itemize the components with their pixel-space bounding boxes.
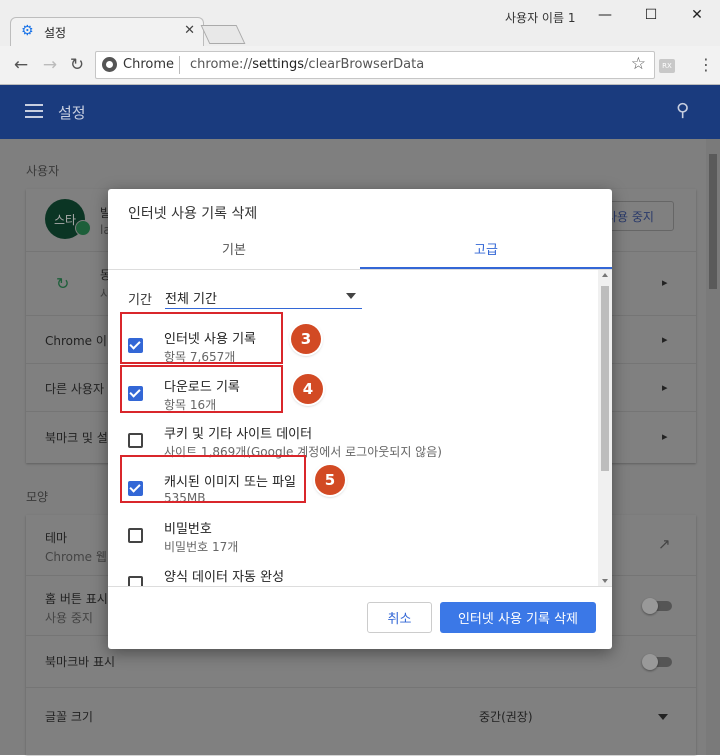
cancel-button[interactable]: 취소: [367, 602, 432, 633]
search-icon[interactable]: ⚲: [676, 100, 689, 121]
profile-name[interactable]: 사용자 이름 1: [505, 9, 575, 26]
chrome-name-label: Chrome 이: [45, 334, 107, 348]
url-host: settings: [252, 57, 305, 72]
chevron-right-icon: ▸: [662, 276, 668, 289]
chrome-icon: [102, 57, 117, 72]
section-user-label: 사용자: [26, 164, 60, 178]
new-tab-button[interactable]: [200, 25, 246, 44]
maximize-icon[interactable]: ☐: [628, 4, 674, 26]
tab-close-icon[interactable]: ✕: [184, 23, 195, 38]
reload-icon[interactable]: ↻: [67, 55, 87, 75]
scroll-up-icon[interactable]: [602, 273, 608, 277]
close-window-icon[interactable]: ✕: [674, 4, 720, 26]
clear-browsing-data-dialog: 인터넷 사용 기록 삭제 기본 고급 기간 전체 기간 인터넷 사용 기록 항목…: [108, 189, 612, 649]
back-icon[interactable]: ←: [11, 55, 31, 75]
option-autofill[interactable]: 양식 데이터 자동 완성: [108, 560, 598, 586]
font-size-value[interactable]: 중간(권장): [479, 708, 533, 725]
bookmark-bar-label: 북마크바 표시: [45, 655, 116, 669]
checkbox-unchecked[interactable]: [128, 433, 143, 448]
browser-toolbar: ← → ↻ Chrome chrome://settings/clearBrow…: [0, 46, 720, 85]
annotation-box: [120, 312, 283, 364]
step-badge: 4: [293, 374, 323, 404]
chevron-right-icon: ▸: [662, 430, 668, 443]
step-badge: 3: [291, 324, 321, 354]
sync-badge-icon: [75, 220, 91, 236]
font-size-label: 글꼴 크기: [45, 710, 93, 724]
dialog-scrollbar-thumb[interactable]: [601, 286, 609, 471]
forward-icon[interactable]: →: [40, 55, 60, 75]
dropdown-arrow-icon: [346, 293, 356, 299]
bookmark-bar-toggle[interactable]: [642, 654, 672, 670]
window-titlebar: ⚙ 설정 ✕ 사용자 이름 1 — ☐ ✕: [0, 0, 720, 47]
extension-icon[interactable]: RX: [659, 59, 675, 73]
chevron-right-icon: ▸: [662, 381, 668, 394]
home-button-title: 홈 버튼 표시: [45, 592, 108, 606]
tab-title: 설정: [44, 26, 67, 40]
option-sub: 비밀번호 17개: [164, 540, 239, 554]
settings-header: 설정 ⚲: [0, 85, 720, 139]
tab-basic[interactable]: 기본: [108, 233, 360, 269]
dialog-scrollbar[interactable]: [598, 270, 612, 586]
page-scrollbar[interactable]: [706, 139, 720, 755]
home-button-sub: 사용 중지: [45, 611, 93, 625]
menu-icon[interactable]: ⋮: [698, 57, 714, 73]
option-passwords[interactable]: 비밀번호 비밀번호 17개: [108, 512, 598, 560]
page-title: 설정: [58, 104, 86, 122]
site-label: Chrome: [123, 57, 174, 72]
bookmark-star-icon[interactable]: ☆: [631, 54, 646, 74]
checkbox-unchecked[interactable]: [128, 528, 143, 543]
period-select[interactable]: 전체 기간: [165, 284, 362, 309]
page-scrollbar-thumb[interactable]: [709, 154, 717, 289]
external-link-icon[interactable]: ↗: [658, 535, 671, 553]
sync-icon: ↻: [56, 274, 70, 293]
minimize-icon[interactable]: —: [582, 4, 628, 26]
section-appearance-label: 모양: [26, 490, 49, 504]
dialog-body: 기간 전체 기간 인터넷 사용 기록 항목 7,657개 다운로드 기록 항목 …: [108, 270, 612, 586]
period-value: 전체 기간: [165, 292, 217, 307]
omnibox-divider: [179, 56, 180, 74]
annotation-box: [120, 455, 306, 503]
dropdown-arrow-icon: [658, 714, 668, 720]
gear-icon: ⚙: [21, 23, 34, 39]
tab-advanced[interactable]: 고급: [360, 233, 612, 269]
tab-settings[interactable]: ⚙ 설정 ✕: [10, 17, 204, 46]
url-scheme: chrome://: [190, 57, 253, 72]
clear-data-button[interactable]: 인터넷 사용 기록 삭제: [440, 602, 596, 633]
chevron-right-icon: ▸: [662, 333, 668, 346]
font-size-row[interactable]: 글꼴 크기 중간(권장): [26, 687, 696, 756]
option-title: 쿠키 및 기타 사이트 데이터: [164, 427, 313, 442]
home-button-toggle[interactable]: [642, 598, 672, 614]
theme-sub: Chrome 웹: [45, 550, 107, 564]
hamburger-menu-icon[interactable]: [25, 104, 43, 118]
other-users-label: 다른 사용자: [45, 382, 105, 396]
checkbox-unchecked[interactable]: [128, 576, 143, 586]
theme-title: 테마: [45, 531, 68, 545]
url-text[interactable]: chrome://settings/clearBrowserData: [190, 57, 424, 72]
option-title: 비밀번호: [164, 522, 212, 537]
dialog-title: 인터넷 사용 기록 삭제: [128, 206, 258, 222]
footer-divider: [108, 586, 612, 587]
bookmarks-import-label: 북마크 및 설: [45, 431, 108, 445]
scroll-down-icon[interactable]: [602, 579, 608, 583]
url-path: /clearBrowserData: [304, 57, 425, 72]
period-label: 기간: [128, 293, 152, 308]
address-bar[interactable]: Chrome chrome://settings/clearBrowserDat…: [95, 51, 655, 79]
option-title: 양식 데이터 자동 완성: [164, 570, 285, 585]
annotation-box: [120, 365, 283, 413]
step-badge: 5: [315, 465, 345, 495]
